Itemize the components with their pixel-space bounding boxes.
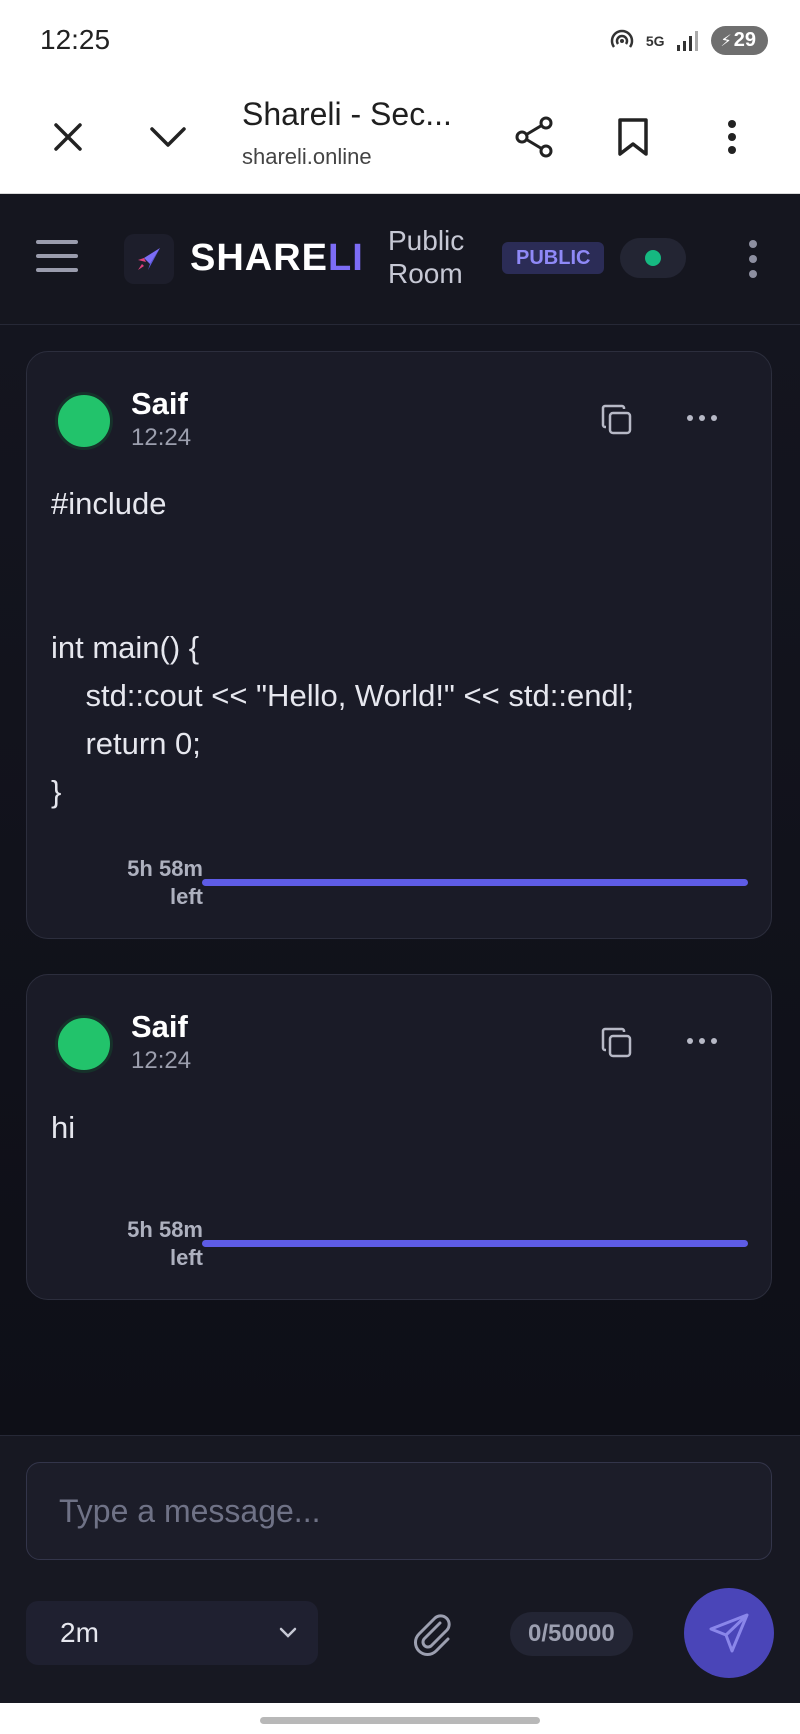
avatar	[55, 1015, 113, 1073]
message-more-button[interactable]	[687, 408, 731, 428]
battery-indicator: ⚡ 29	[710, 26, 768, 55]
battery-level: 29	[733, 29, 756, 51]
room-menu-button[interactable]	[738, 234, 768, 284]
expiry-label: 5h 58m left	[127, 856, 203, 909]
expiry-select[interactable]: 2m	[26, 1601, 318, 1665]
app-header: SHARELI Public Room PUBLIC	[0, 194, 800, 325]
network-type: 5G	[645, 32, 665, 49]
message-content: #include int main() { std::cout << "Hell…	[51, 486, 635, 809]
message-input[interactable]	[26, 1462, 772, 1560]
share-icon	[515, 116, 553, 158]
expiry-value: 2m	[60, 1617, 99, 1648]
status-bar: 12:25 5G ⚡ 29	[0, 0, 800, 80]
message-feed[interactable]: Saif 12:24 #include int main() { std::co…	[0, 325, 800, 1435]
paperclip-icon	[414, 1614, 451, 1656]
message-card: Saif 12:24 #include int main() { std::co…	[26, 351, 772, 939]
expiry-progress-bar	[202, 879, 748, 886]
signal-icon	[676, 30, 698, 51]
hotspot-icon	[610, 29, 634, 48]
character-count: 0/50000	[510, 1612, 633, 1656]
more-vertical-icon	[728, 120, 736, 154]
chevron-down-icon	[279, 1627, 297, 1638]
status-time: 12:25	[40, 24, 111, 55]
close-tab-button[interactable]	[43, 112, 93, 162]
attach-button[interactable]	[410, 1611, 456, 1657]
copy-icon	[601, 404, 632, 435]
message-more-button[interactable]	[687, 1031, 731, 1051]
message-author: Saif	[131, 386, 188, 421]
expiry-label: 5h 58m left	[127, 1217, 203, 1270]
avatar	[55, 392, 113, 450]
browser-toolbar: Shareli - Sec... shareli.online	[0, 80, 800, 194]
expiry-progress-bar	[202, 1240, 748, 1247]
bookmark-icon	[618, 118, 648, 156]
room-name: Public Room	[388, 225, 465, 289]
menu-icon[interactable]	[36, 240, 78, 274]
message-time: 12:24	[131, 1047, 192, 1074]
rocket-icon	[138, 248, 160, 270]
copy-button[interactable]	[597, 400, 637, 440]
send-icon	[709, 1613, 749, 1653]
home-indicator[interactable]	[260, 1717, 540, 1724]
copy-icon	[601, 1027, 632, 1058]
app-logo	[124, 234, 174, 284]
copy-button[interactable]	[597, 1023, 637, 1063]
page-url: shareli.online	[242, 144, 372, 169]
send-button[interactable]	[684, 1588, 774, 1678]
browser-menu-button[interactable]	[707, 112, 757, 162]
bookmark-button[interactable]	[608, 112, 658, 162]
connection-status	[620, 238, 686, 278]
close-icon	[54, 123, 82, 151]
minimize-button[interactable]	[143, 112, 193, 162]
message-card: Saif 12:24 hi 5h 58m left	[26, 974, 772, 1300]
chevron-down-icon	[150, 127, 186, 147]
charging-icon: ⚡	[720, 32, 732, 50]
status-icons: 5G ⚡ 29	[608, 26, 768, 55]
share-button[interactable]	[509, 112, 559, 162]
status-dot-icon	[645, 250, 661, 266]
public-badge: PUBLIC	[502, 242, 605, 274]
brand-name: SHARELI	[190, 237, 364, 279]
system-navigation	[0, 1703, 800, 1734]
page-title: Shareli - Sec...	[242, 96, 452, 132]
message-content: hi	[51, 1110, 76, 1145]
message-time: 12:24	[131, 424, 192, 451]
composer: 2m 0/50000	[0, 1435, 800, 1704]
message-author: Saif	[131, 1009, 188, 1044]
